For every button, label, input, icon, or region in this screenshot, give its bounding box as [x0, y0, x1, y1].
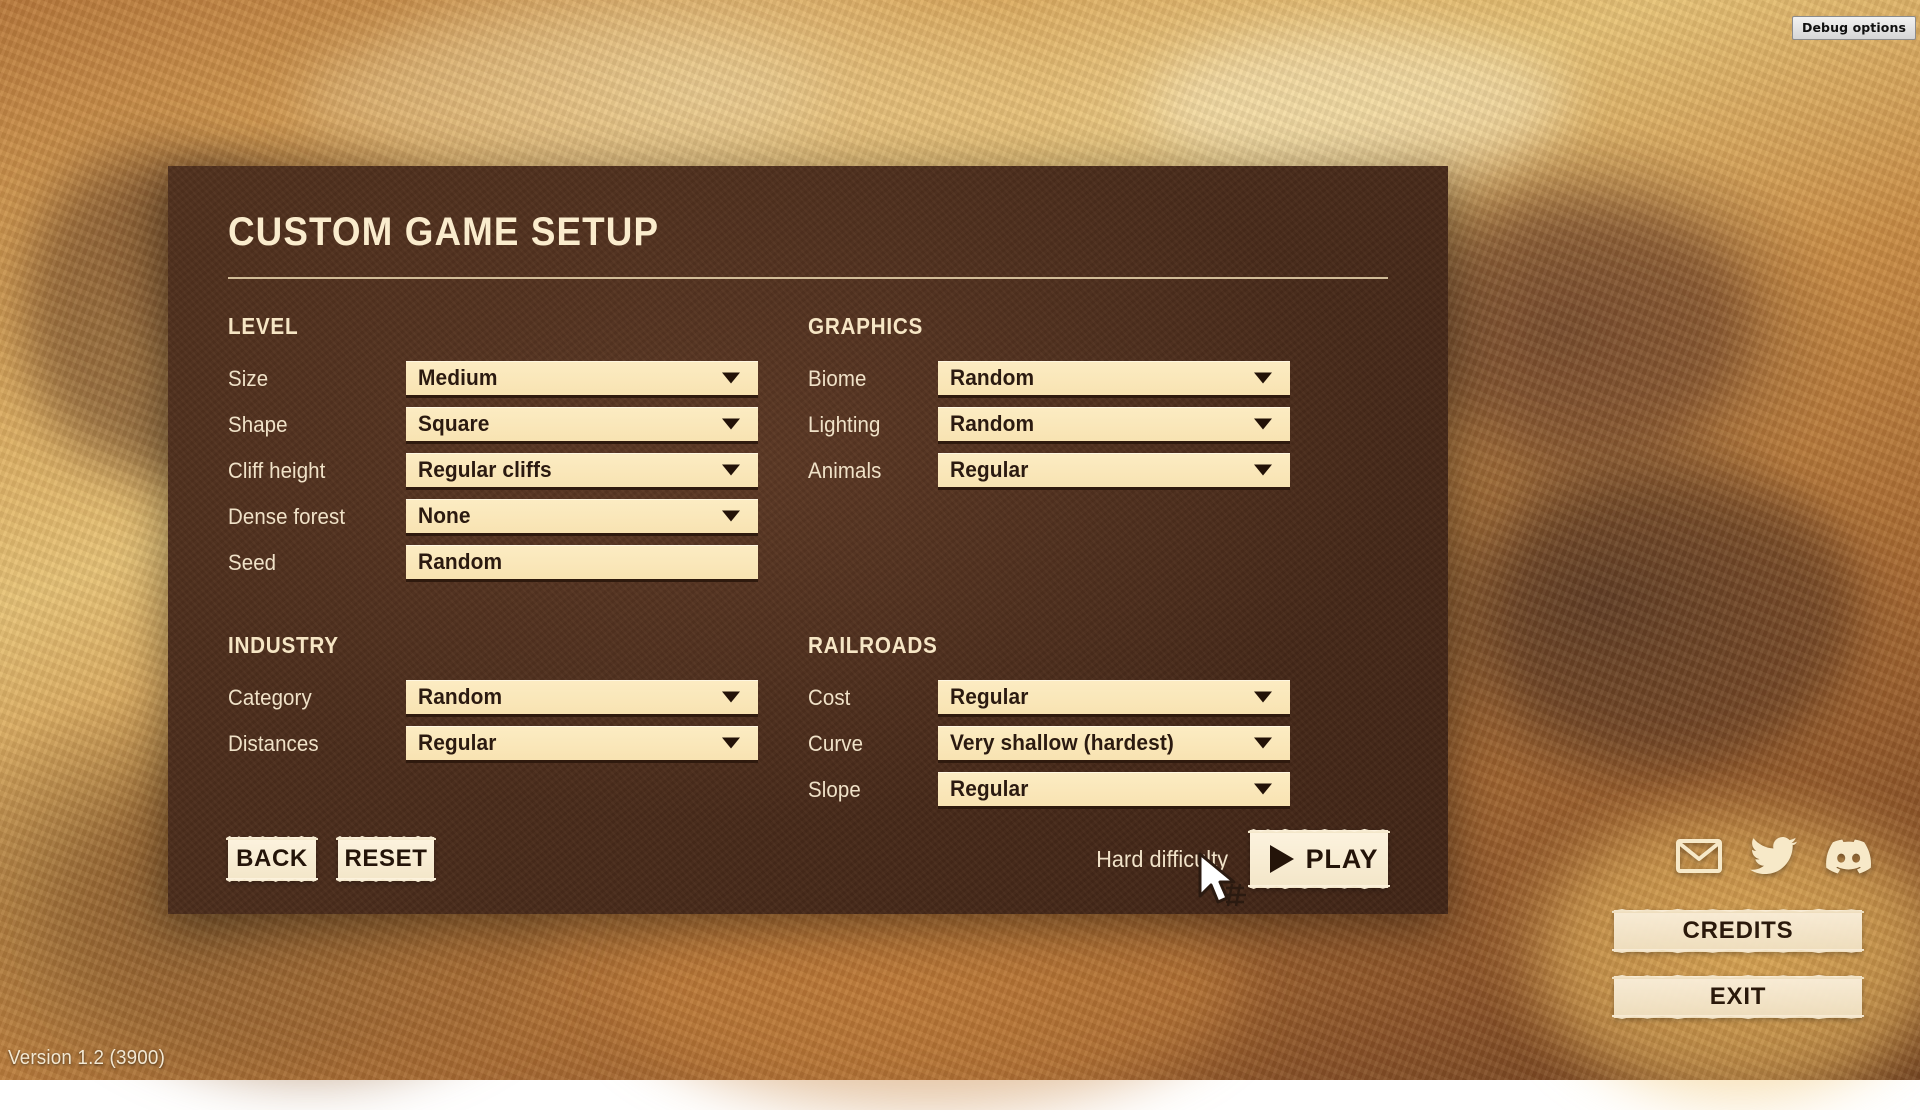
side-menu: CREDITS EXIT [1614, 910, 1862, 1042]
label-biome: Biome [808, 366, 929, 392]
custom-game-setup-panel: CUSTOM GAME SETUP LEVEL Size Medium Shap… [168, 166, 1448, 914]
label-distances: Distances [228, 731, 394, 757]
version-text: Version 1.2 (3900) [8, 1047, 165, 1070]
row-animals: Animals Regular [808, 448, 1368, 494]
dropdown-cost-value: Regular [950, 684, 1028, 710]
dropdown-category-value: Random [418, 684, 502, 710]
dropdown-dense-forest-value: None [418, 503, 471, 529]
row-category: Category Random [228, 675, 808, 721]
reset-button[interactable]: RESET [338, 837, 434, 881]
left-column: LEVEL Size Medium Shape Square [228, 313, 808, 813]
dropdown-dense-forest[interactable]: None [406, 499, 758, 536]
chevron-down-icon [1254, 737, 1272, 748]
label-size: Size [228, 366, 394, 392]
chevron-down-icon [1254, 464, 1272, 475]
label-dense-forest: Dense forest [228, 504, 394, 530]
row-dense-forest: Dense forest None [228, 494, 808, 540]
play-button[interactable]: PLAY [1250, 830, 1388, 888]
dropdown-size[interactable]: Medium [406, 361, 758, 398]
section-heading-railroads: RAILROADS [808, 632, 1312, 659]
dropdown-curve-value: Very shallow (hardest) [950, 730, 1174, 756]
row-slope: Slope Regular [808, 767, 1368, 813]
chevron-down-icon [722, 691, 740, 702]
credits-button[interactable]: CREDITS [1614, 910, 1862, 952]
twitter-icon[interactable] [1750, 836, 1798, 876]
row-biome: Biome Random [808, 356, 1368, 402]
dropdown-distances-value: Regular [418, 730, 496, 756]
debug-options-button[interactable]: Debug options [1792, 16, 1916, 40]
discord-icon[interactable] [1826, 838, 1872, 874]
row-seed: Seed Random [228, 540, 808, 586]
dropdown-cliff-height[interactable]: Regular cliffs [406, 453, 758, 490]
chevron-down-icon [722, 372, 740, 383]
dropdown-lighting-value: Random [950, 411, 1034, 437]
page-title: CUSTOM GAME SETUP [228, 198, 1295, 255]
dropdown-shape[interactable]: Square [406, 407, 758, 444]
label-seed: Seed [228, 550, 394, 576]
mail-icon[interactable] [1676, 839, 1722, 873]
dropdown-biome[interactable]: Random [938, 361, 1290, 398]
dropdown-size-value: Medium [418, 365, 498, 391]
back-button[interactable]: BACK [228, 837, 316, 881]
dropdown-curve[interactable]: Very shallow (hardest) [938, 726, 1290, 763]
label-curve: Curve [808, 731, 929, 757]
play-triangle-icon [1270, 845, 1294, 873]
row-shape: Shape Square [228, 402, 808, 448]
seed-input-value: Random [418, 549, 502, 575]
footer-right-group: Hard difficulty PLAY [1092, 830, 1388, 888]
chevron-down-icon [722, 418, 740, 429]
label-shape: Shape [228, 412, 394, 438]
right-column: GRAPHICS Biome Random Lighting Random [808, 313, 1368, 813]
row-cliff-height: Cliff height Regular cliffs [228, 448, 808, 494]
dropdown-category[interactable]: Random [406, 680, 758, 717]
section-heading-graphics: GRAPHICS [808, 313, 1312, 340]
dropdown-slope[interactable]: Regular [938, 772, 1290, 809]
dropdown-shape-value: Square [418, 411, 489, 437]
seed-input[interactable]: Random [406, 545, 758, 582]
chevron-down-icon [1254, 372, 1272, 383]
chevron-down-icon [722, 737, 740, 748]
dropdown-animals[interactable]: Regular [938, 453, 1290, 490]
dropdown-distances[interactable]: Regular [406, 726, 758, 763]
label-cliff-height: Cliff height [228, 458, 394, 484]
panel-footer: BACK RESET Hard difficulty PLAY [228, 830, 1388, 888]
play-button-label: PLAY [1306, 844, 1379, 875]
chevron-down-icon [1254, 691, 1272, 702]
row-size: Size Medium [228, 356, 808, 402]
exit-button[interactable]: EXIT [1614, 976, 1862, 1018]
section-heading-level: LEVEL [228, 313, 750, 340]
row-distances: Distances Regular [228, 721, 808, 767]
dropdown-lighting[interactable]: Random [938, 407, 1290, 444]
dropdown-animals-value: Regular [950, 457, 1028, 483]
row-curve: Curve Very shallow (hardest) [808, 721, 1368, 767]
label-lighting: Lighting [808, 412, 929, 438]
dropdown-cost[interactable]: Regular [938, 680, 1290, 717]
dropdown-biome-value: Random [950, 365, 1034, 391]
dropdown-slope-value: Regular [950, 776, 1028, 802]
title-divider [228, 277, 1388, 279]
social-icons-group [1676, 836, 1872, 876]
label-category: Category [228, 685, 394, 711]
row-lighting: Lighting Random [808, 402, 1368, 448]
chevron-down-icon [1254, 783, 1272, 794]
chevron-down-icon [722, 510, 740, 521]
chevron-down-icon [1254, 418, 1272, 429]
dropdown-cliff-height-value: Regular cliffs [418, 457, 552, 483]
label-animals: Animals [808, 458, 929, 484]
row-cost: Cost Regular [808, 675, 1368, 721]
chevron-down-icon [722, 464, 740, 475]
section-heading-industry: INDUSTRY [228, 632, 750, 659]
label-slope: Slope [808, 777, 929, 803]
label-cost: Cost [808, 685, 929, 711]
difficulty-label: Hard difficulty [1096, 846, 1228, 873]
